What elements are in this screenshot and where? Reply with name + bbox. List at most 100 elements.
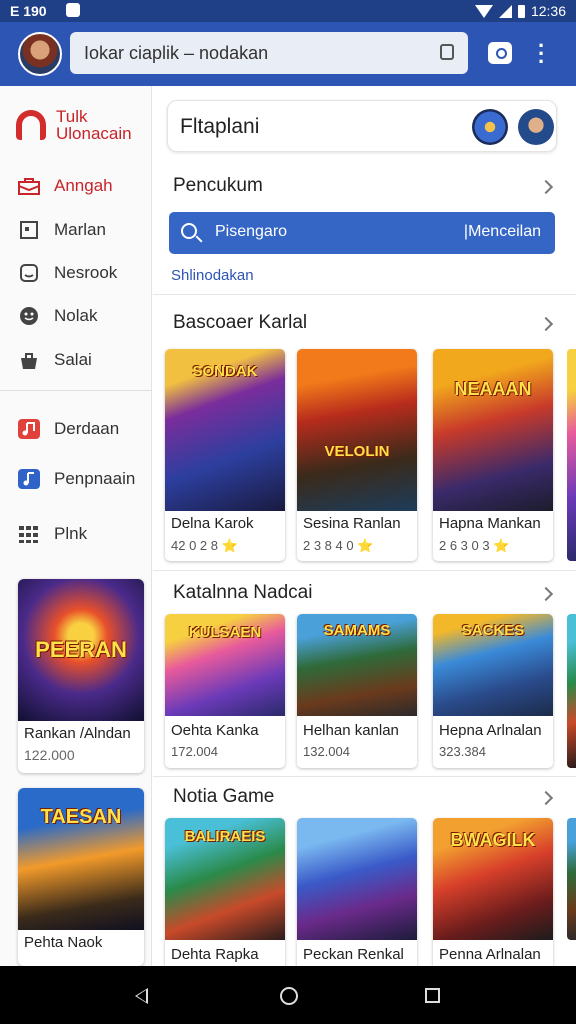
sidebar-item-label: Nolak [54,306,98,325]
sidebar-item-label: Salai [54,350,92,369]
section-divider [153,570,576,571]
cover-title: BWAGILK [450,830,536,850]
game-card[interactable]: BWAGILK Penna Arlnalan [433,818,553,966]
main-content: Fltaplani Pencukum Pisengaro |Menceilan … [153,86,576,966]
see-all-link[interactable]: Shlinodakan [171,267,254,284]
chevron-right-icon[interactable] [538,316,554,332]
chevron-right-icon[interactable] [538,179,554,195]
search-text: Iokar ciaplik – nodakan [84,43,269,63]
chat-icon[interactable] [488,42,512,64]
game-cover-image: SONDAK [165,349,285,511]
grid-icon [19,526,38,543]
search-button-label: Pisengaro [215,223,288,240]
bag-icon [21,353,37,369]
game-card[interactable]: SAMAMS Helhan kanlan 132.004 [297,614,417,768]
game-cover-image: SACKES [433,614,553,716]
game-card[interactable]: NEAAAN Hapna Mankan 2 6 3 0 3 ⭐ [433,349,553,561]
game-rating: 2 6 3 0 3 ⭐ [439,538,510,553]
calendar-icon [20,221,38,239]
game-card[interactable]: VELOLIN Sesina Ranlan 2 3 8 4 0 ⭐ [297,349,417,561]
game-title: Delna Karok [171,515,254,532]
game-title: Helhan kanlan [303,722,399,739]
sidebar-item-anngah[interactable]: Anngah [18,174,148,200]
sidebar-divider [0,390,152,391]
game-card-peek[interactable] [567,614,576,768]
search-button[interactable]: Pisengaro |Menceilan [169,212,555,254]
sidebar-item-label: Marlan [54,220,106,239]
more-menu-icon[interactable]: · · · [538,35,545,73]
sidebar-item-label: Nesrook [54,263,118,282]
chevron-right-icon[interactable] [538,790,554,806]
page-title: Fltaplani [180,115,260,138]
music-red-icon [18,419,40,439]
cover-title: NEAAAN [454,379,532,399]
game-title: Dehta Rapka [171,946,259,963]
status-icons: 12:36 [474,3,566,19]
sidebar-item-plnk[interactable]: Plnk [18,522,148,548]
game-card[interactable]: SACKES Hepna Arlnalan 323.384 [433,614,553,768]
system-nav-bar [0,966,576,1024]
game-cover-image [297,818,417,940]
back-icon[interactable] [135,988,148,1004]
sidebar-item-salai[interactable]: Salai [18,348,148,374]
game-rating: 2 3 8 4 0 ⭐ [303,538,374,553]
chevron-right-icon[interactable] [538,586,554,602]
lock-icon [440,44,454,60]
sidebar-game-card[interactable]: TAESAN Pehta Naok [18,788,144,966]
game-card[interactable]: BALIRAEIS Dehta Rapka [165,818,285,966]
game-cover-image: TAESAN [18,788,144,930]
cover-title: VELOLIN [324,443,390,460]
cover-title: SAMAMS [323,622,391,639]
status-bar: E 190 12:36 [0,0,576,22]
status-time: E 190 [10,3,47,19]
battery-icon [517,4,525,18]
sidebar-item-nolak[interactable]: Nolak [18,304,148,330]
game-title: Oehta Kanka [171,722,259,739]
app-bar: Iokar ciaplik – nodakan · · · [0,22,576,86]
sidebar-item-label: Anngah [54,176,113,195]
face-icon [20,307,38,325]
game-title: Sesina Ranlan [303,515,401,532]
sidebar-item-label: Plnk [54,524,88,543]
game-title: Hapna Mankan [439,515,541,532]
game-card[interactable]: Peckan Renkal [297,818,417,966]
section-divider [153,776,576,777]
game-card[interactable]: SONDAK Delna Karok 42 0 2 8 ⭐ [165,349,285,561]
sidebar-game-card[interactable]: PEERAN Rankan /Alndan 122.000 [18,579,144,773]
game-card[interactable]: KULSAEN Oehta Kanka 172.004 [165,614,285,768]
sidebar-item-derdaan[interactable]: Derdaan [18,417,148,443]
game-cover-image: PEERAN [18,579,144,721]
cover-title: BALIRAEIS [184,828,266,845]
game-cover-image: SAMAMS [297,614,417,716]
sidebar-item-nesrook[interactable]: Nesrook [18,261,148,287]
section-title: Bascoaer Karlal [173,312,308,333]
sidebar-item-marlan[interactable]: Marlan [18,218,148,244]
game-card-peek[interactable] [567,349,576,561]
cover-title: PEERAN [35,637,127,662]
search-icon [181,223,197,239]
cover-title [297,818,417,832]
toolbox-icon [18,178,40,195]
game-card-peek[interactable] [567,818,576,940]
search-button-right-label: |Menceilan [463,223,541,240]
section-title: Pencukum [173,175,263,196]
sidebar-item-label: Penpnaain [54,469,136,488]
search-input[interactable]: Iokar ciaplik – nodakan [70,32,468,74]
sidebar-item-label: Derdaan [54,419,120,438]
status-clock: 12:36 [530,3,566,19]
notification-icon [66,3,80,17]
home-icon[interactable] [280,987,298,1005]
music-blue-icon [18,469,40,489]
featured-header-card[interactable]: Fltaplani [167,100,557,152]
cover-title: TAESAN [40,806,122,828]
avatar[interactable] [518,109,554,145]
sidebar-item-penpnaain[interactable]: Penpnaain [18,467,148,493]
avatar[interactable] [18,32,62,76]
cover-title: KULSAEN [188,624,262,641]
game-cover-image: NEAAAN [433,349,553,511]
game-rating: 42 0 2 8 ⭐ [171,538,238,553]
recents-icon[interactable] [425,988,440,1003]
sidebar: Tulk Ulonacain Anngah Marlan Nesrook Nol… [0,86,152,966]
avatar[interactable] [472,109,508,145]
game-title: Rankan /Alndan [24,725,131,742]
